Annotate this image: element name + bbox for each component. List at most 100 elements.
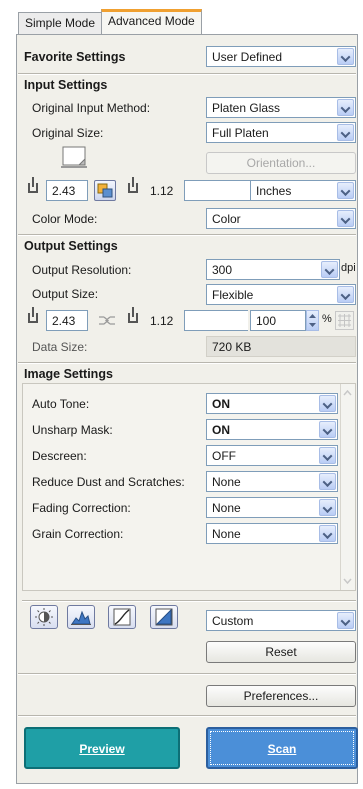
favorite-settings-select[interactable]: User Defined <box>206 46 356 67</box>
input-settings-title: Input Settings <box>24 78 108 92</box>
output-settings-title: Output Settings <box>24 239 118 253</box>
scroll-up-icon[interactable] <box>341 386 354 400</box>
button-label: Preferences... <box>243 689 319 703</box>
chevron-down-icon[interactable] <box>319 473 336 490</box>
divider <box>18 673 356 675</box>
reduce-dust-label: Reduce Dust and Scratches: <box>32 475 185 489</box>
favorite-settings-label: Favorite Settings <box>24 50 126 64</box>
chevron-down-icon[interactable] <box>319 499 336 516</box>
select-value: None <box>212 475 241 489</box>
percent-label: % <box>322 313 332 325</box>
chevron-down-icon[interactable] <box>337 612 354 629</box>
chevron-down-icon[interactable] <box>337 210 354 227</box>
input-method-label: Original Input Method: <box>32 101 151 115</box>
output-size-label: Output Size: <box>32 287 99 301</box>
scale-stepper[interactable] <box>306 310 319 331</box>
chevron-down-icon[interactable] <box>337 99 354 116</box>
original-size-select[interactable]: Full Platen <box>206 122 356 143</box>
button-label: Scan <box>267 742 297 756</box>
divider <box>18 73 356 75</box>
image-settings-scrollbar[interactable] <box>340 384 355 590</box>
select-value: None <box>212 527 241 541</box>
select-value: Flexible <box>212 288 254 302</box>
chevron-down-icon[interactable] <box>337 124 354 141</box>
tab-simple-mode[interactable]: Simple Mode <box>18 12 103 34</box>
scroll-down-icon[interactable] <box>341 574 354 588</box>
chevron-down-icon[interactable] <box>337 182 354 199</box>
chevron-down-icon[interactable] <box>319 421 336 438</box>
final-review-button[interactable] <box>150 605 178 629</box>
preferences-button[interactable]: Preferences... <box>206 685 356 707</box>
tab-label: Advanced Mode <box>108 14 195 28</box>
output-width-field[interactable]: 2.43 <box>46 310 88 331</box>
aspect-ratio-icon <box>97 183 113 198</box>
page-orientation-icon <box>60 145 88 169</box>
original-size-label: Original Size: <box>32 126 104 140</box>
chevron-down-icon[interactable] <box>337 48 354 65</box>
reset-button[interactable]: Reset <box>206 641 356 663</box>
output-height-field[interactable] <box>184 310 248 331</box>
input-width-field[interactable]: 2.43 <box>46 180 88 201</box>
select-value: Full Platen <box>212 126 269 140</box>
aspect-lock-button[interactable] <box>94 180 116 201</box>
tone-curve-button[interactable] <box>108 605 136 629</box>
chevron-down-icon[interactable] <box>337 286 354 303</box>
chevron-down-icon[interactable] <box>319 395 336 412</box>
unsharp-mask-select[interactable]: ON <box>206 419 338 440</box>
select-value: 300 <box>212 263 233 277</box>
chain-link-icon[interactable] <box>96 310 118 331</box>
scale-field[interactable]: 100 <box>250 310 306 331</box>
output-height-value: 1.12 <box>150 314 174 328</box>
color-mode-label: Color Mode: <box>32 212 98 226</box>
brightness-icon <box>35 608 53 626</box>
fading-correction-select[interactable]: None <box>206 497 338 518</box>
output-resolution-select[interactable]: 300 <box>206 259 340 280</box>
chevron-down-icon[interactable] <box>319 525 336 542</box>
grain-correction-select[interactable]: None <box>206 523 338 544</box>
height-icon <box>128 177 138 193</box>
button-label: Preview <box>79 742 125 756</box>
stepper-arrows-icon <box>309 314 316 327</box>
tool-preset-select[interactable]: Custom <box>206 610 356 631</box>
scan-button[interactable]: Scan <box>206 727 358 769</box>
data-size-field: 720 KB <box>206 336 356 357</box>
output-size-select[interactable]: Flexible <box>206 284 356 305</box>
auto-tone-select[interactable]: ON <box>206 393 338 414</box>
input-height-value: 1.12 <box>150 184 174 198</box>
width-icon <box>28 307 38 323</box>
chevron-down-icon[interactable] <box>319 447 336 464</box>
reduce-dust-select[interactable]: None <box>206 471 338 492</box>
select-value: ON <box>212 423 230 437</box>
chevron-down-icon[interactable] <box>321 261 338 278</box>
descreen-select[interactable]: OFF <box>206 445 338 466</box>
dpi-label: dpi <box>341 262 356 274</box>
field-value: 100 <box>256 314 277 328</box>
descreen-label: Descreen: <box>32 449 87 463</box>
orientation-button[interactable]: Orientation... <box>206 152 356 174</box>
divider <box>22 600 356 602</box>
select-value: User Defined <box>212 50 283 64</box>
histogram-button[interactable] <box>67 605 95 629</box>
final-review-icon <box>155 608 173 626</box>
divider <box>18 234 356 236</box>
button-label: Orientation... <box>246 156 316 170</box>
image-settings-title: Image Settings <box>24 367 113 381</box>
input-height-field[interactable] <box>184 180 250 201</box>
select-value: ON <box>212 397 230 411</box>
select-value: OFF <box>212 449 236 463</box>
button-label: Reset <box>265 645 297 659</box>
preview-button[interactable]: Preview <box>24 727 180 769</box>
tab-advanced-mode[interactable]: Advanced Mode <box>101 9 202 35</box>
brightness-contrast-button[interactable] <box>30 605 58 629</box>
auto-tone-label: Auto Tone: <box>32 397 90 411</box>
input-method-select[interactable]: Platen Glass <box>206 97 356 118</box>
color-mode-select[interactable]: Color <box>206 208 356 229</box>
divider <box>18 715 356 717</box>
width-icon <box>28 177 38 193</box>
unsharp-mask-label: Unsharp Mask: <box>32 423 113 437</box>
field-value: 2.43 <box>52 184 76 198</box>
histogram-icon <box>71 610 91 625</box>
fading-correction-label: Fading Correction: <box>32 501 131 515</box>
grid-icon <box>335 311 354 330</box>
unit-select[interactable]: Inches <box>250 180 356 201</box>
